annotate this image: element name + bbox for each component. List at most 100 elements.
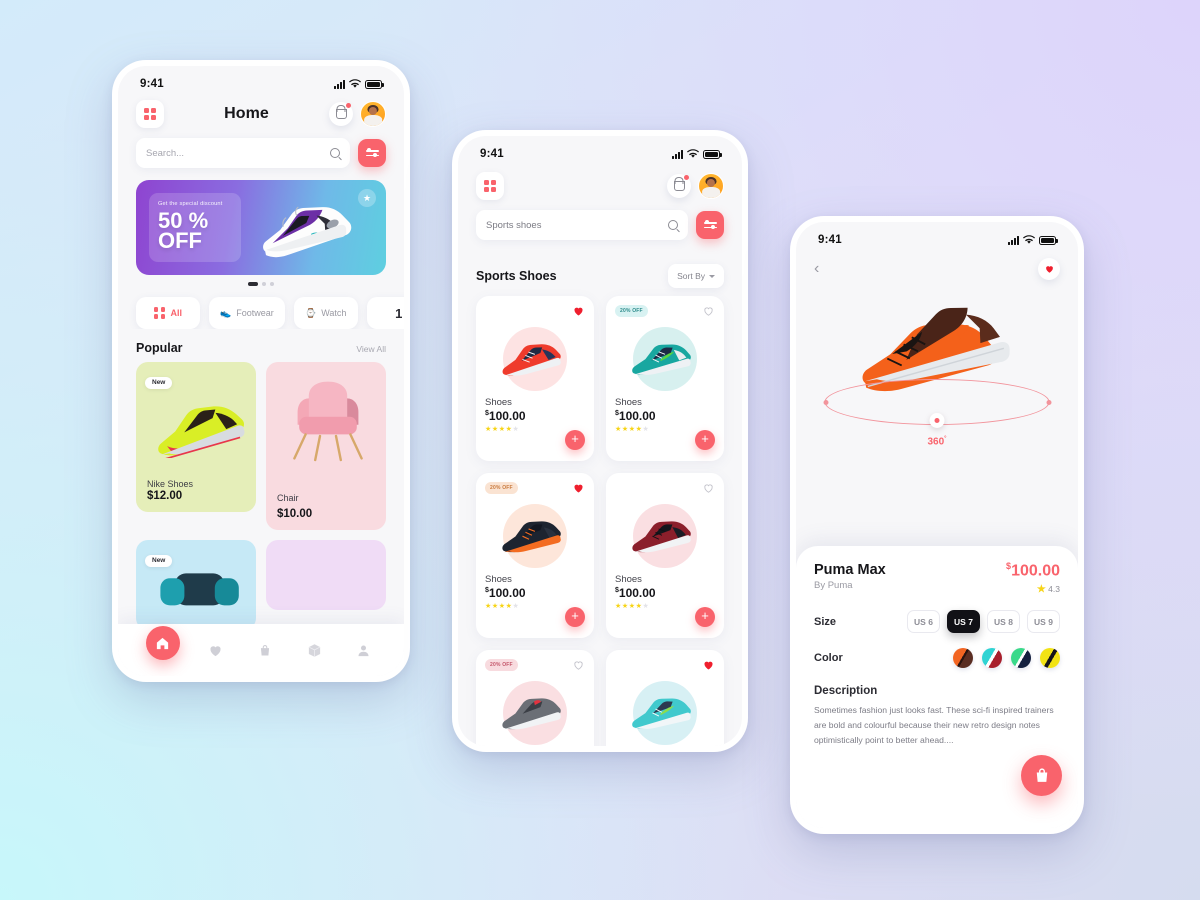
category-chip-all[interactable]: All [136, 297, 200, 329]
product-card[interactable]: 20% OFF [476, 473, 594, 638]
sort-by-label: Sort By [677, 271, 705, 281]
product-card[interactable]: 20% OFF [476, 650, 594, 746]
phone1-screen: 9:41 Home Search... Get the special disc… [118, 66, 404, 676]
popular-card-nike-shoes[interactable]: New Nike Shoes $12.00 [136, 362, 256, 512]
promo-panel: Get the special discount 50 % OFF [149, 193, 241, 262]
search-input[interactable] [146, 147, 330, 159]
filter-button[interactable] [696, 211, 724, 239]
tab-home[interactable] [145, 626, 180, 660]
add-to-cart-fab[interactable] [1021, 755, 1062, 796]
favorite-button[interactable] [1038, 258, 1060, 280]
grid-icon [483, 179, 497, 193]
green-sneaker-image [158, 406, 245, 458]
avatar[interactable] [698, 173, 724, 199]
size-chip-us7[interactable]: US 7 [947, 610, 980, 634]
status-time: 9:41 [480, 148, 504, 160]
category-label: All [170, 308, 182, 318]
cellular-signal-icon [1008, 235, 1019, 245]
tab-favorites[interactable] [203, 637, 229, 663]
size-chip-us9[interactable]: US 9 [1027, 610, 1060, 634]
watch-icon: ⌚ [305, 307, 317, 318]
bottom-tab-bar[interactable] [118, 624, 404, 676]
category-chip-watch[interactable]: ⌚ Watch [293, 297, 358, 329]
search-box[interactable] [476, 210, 688, 240]
menu-grid-button[interactable] [476, 172, 504, 200]
tab-orders[interactable] [301, 637, 327, 663]
color-label: Color [814, 652, 843, 665]
home-icon [156, 637, 169, 649]
section-title: Sports Shoes [476, 269, 557, 283]
phone-product-detail-screen: 9:41 ‹ 360° Puma Max By Puma $100.00 ★ 4… [790, 216, 1084, 834]
tab-bag[interactable] [252, 637, 278, 663]
search-box[interactable] [136, 138, 350, 168]
grid-icon [153, 307, 166, 319]
size-chip-us8[interactable]: US 8 [987, 610, 1020, 634]
menu-grid-button[interactable] [136, 100, 164, 128]
size-row: Size US 6 US 7 US 8 US 9 [814, 610, 1060, 634]
product-name: Shoes [485, 574, 512, 585]
sort-by-dropdown[interactable]: Sort By [668, 264, 724, 288]
category-label: Footwear [236, 308, 274, 318]
product-card[interactable]: Shoes $100.00 ★★★★★ + [606, 473, 724, 638]
catalog-header [458, 166, 742, 210]
add-to-cart-button[interactable]: + [695, 607, 715, 627]
color-swatch-yellow-black[interactable] [1040, 648, 1060, 669]
shopping-basket-icon [335, 109, 347, 119]
heart-outline-icon[interactable] [702, 305, 715, 317]
color-swatch-green-navy[interactable] [1011, 648, 1031, 669]
product-card[interactable]: 20% OFF [606, 296, 724, 461]
heart-filled-icon[interactable] [572, 305, 585, 317]
description-title: Description [814, 685, 878, 698]
star-icon: ★ [1036, 584, 1046, 596]
search-input[interactable] [486, 219, 668, 231]
category-chip-cutoff[interactable]: 1 [366, 297, 404, 329]
back-button[interactable]: ‹ [814, 261, 819, 277]
add-to-cart-button[interactable]: + [565, 607, 585, 627]
sneaker-icon: 👟 [220, 307, 232, 318]
heart-outline-icon[interactable] [572, 659, 585, 671]
wifi-icon [1023, 235, 1035, 244]
avatar[interactable] [360, 101, 386, 127]
cart-button[interactable] [329, 102, 353, 126]
category-list[interactable]: All 👟 Footwear ⌚ Watch 1 [118, 286, 404, 329]
color-swatch-orange-brown[interactable] [953, 648, 973, 669]
box-icon [308, 643, 320, 657]
description-text: Sometimes fashion just looks fast. These… [814, 705, 1054, 746]
view-all-link[interactable]: View All [356, 344, 386, 354]
popular-card-purple[interactable] [266, 540, 386, 610]
cart-button[interactable] [667, 174, 691, 198]
status-icons [672, 149, 722, 159]
grid-icon [143, 107, 157, 121]
color-swatch-teal-red[interactable] [982, 648, 1002, 669]
promo-banner[interactable]: Get the special discount 50 % OFF ★ [136, 180, 386, 275]
filter-button[interactable] [358, 139, 386, 167]
filter-sliders-icon [365, 148, 379, 157]
heart-filled-icon[interactable] [572, 482, 585, 494]
product-card-top: 20% OFF [485, 482, 585, 498]
heart-outline-icon[interactable] [702, 482, 715, 494]
add-to-cart-button[interactable]: + [695, 430, 715, 450]
status-time: 9:41 [818, 234, 842, 246]
shopping-bag-icon [1036, 768, 1047, 782]
product-title-block: Puma Max By Puma [814, 562, 886, 591]
product-detail-sheet: Puma Max By Puma $100.00 ★ 4.3 Size US 6… [796, 546, 1078, 828]
popular-card-headphones[interactable]: New [136, 540, 256, 630]
size-options[interactable]: US 6 US 7 US 8 US 9 [898, 610, 1060, 634]
color-options[interactable] [898, 648, 1060, 669]
heart-filled-icon[interactable] [702, 659, 715, 671]
product-card[interactable]: Shoes $100.00 ★★★★★ + [476, 296, 594, 461]
add-to-cart-button[interactable]: + [565, 430, 585, 450]
category-label: 1 [395, 305, 403, 321]
category-chip-footwear[interactable]: 👟 Footwear [209, 297, 285, 329]
phone-home-screen: 9:41 Home Search... Get the special disc… [112, 60, 410, 682]
status-time: 9:41 [140, 78, 164, 90]
product-card-top: 20% OFF [615, 305, 715, 321]
popular-card-chair[interactable]: Chair $10.00 [266, 362, 386, 530]
product-card[interactable] [606, 650, 724, 746]
rotate-360-icon[interactable] [929, 413, 945, 428]
tab-profile[interactable] [350, 637, 376, 663]
popular-grid: New Nike Shoes $12.00 Chair $10.00 New [118, 362, 404, 630]
size-chip-us6[interactable]: US 6 [907, 610, 940, 634]
home-header: Home [118, 96, 404, 138]
battery-icon [703, 149, 722, 159]
